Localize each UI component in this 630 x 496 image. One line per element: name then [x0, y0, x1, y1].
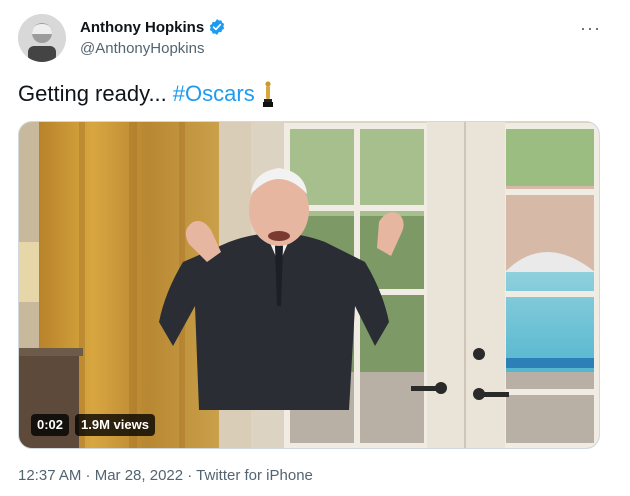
video-badges: 0:02 1.9M views [31, 414, 155, 436]
avatar[interactable] [18, 14, 66, 62]
author-handle[interactable]: @AnthonyHopkins [80, 40, 204, 57]
more-options-icon[interactable]: ··· [580, 18, 601, 39]
tweet-text-plain: Getting ready... [18, 81, 167, 106]
video-frame [19, 122, 599, 448]
video-duration: 0:02 [31, 414, 70, 436]
video-views: 1.9M views [75, 414, 155, 436]
tweet-card: Anthony Hopkins @AnthonyHopkins ··· Gett… [0, 0, 630, 496]
oscar-trophy-icon [262, 81, 273, 107]
video-player[interactable]: 0:02 1.9M views [18, 121, 600, 449]
author-name[interactable]: Anthony Hopkins [80, 18, 226, 36]
tweet-text: Getting ready... #Oscars [18, 80, 275, 108]
verified-badge-icon [210, 19, 225, 35]
hashtag-link[interactable]: #Oscars [173, 80, 255, 108]
tweet-timestamp[interactable]: 12:37 AM · Mar 28, 2022 · Twitter for iP… [18, 467, 313, 484]
author-name-text: Anthony Hopkins [80, 18, 205, 36]
